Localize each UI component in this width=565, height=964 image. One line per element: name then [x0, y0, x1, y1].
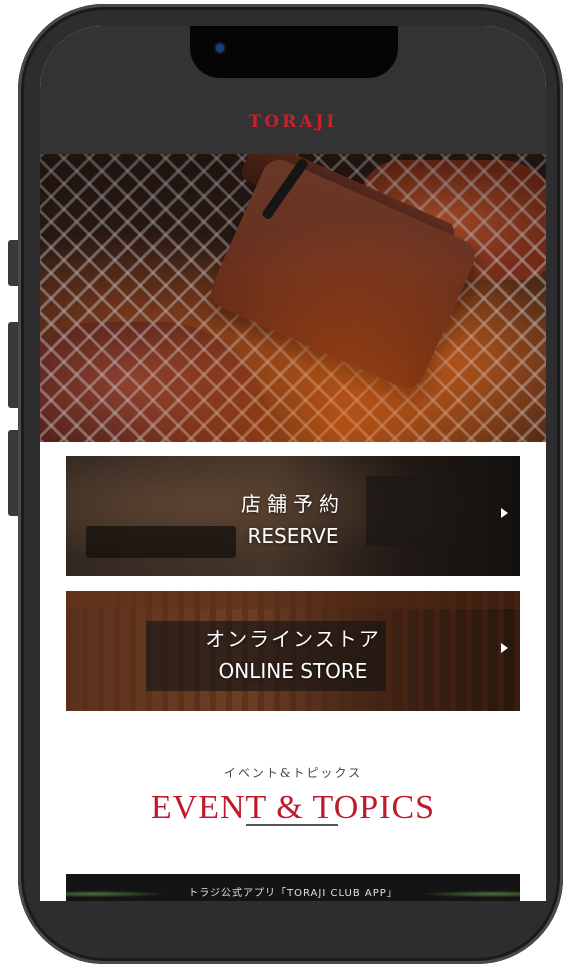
topics-underline — [246, 824, 338, 826]
volume-up-button — [8, 322, 18, 408]
arrow-right-icon — [501, 508, 508, 518]
reserve-title-en: RESERVE — [247, 524, 339, 548]
volume-down-button — [8, 430, 18, 516]
reserve-banner[interactable]: 店舗予約 RESERVE — [66, 456, 520, 576]
online-store-title-jp: オンラインストア — [205, 627, 381, 651]
hero-image — [40, 154, 546, 442]
online-store-title-en: ONLINE STORE — [218, 659, 368, 683]
fire-glow — [40, 154, 546, 442]
site-header: TORAJI — [40, 26, 546, 154]
topic-card-title: トラジ公式アプリ「TORAJI CLUB APP」 — [188, 888, 398, 899]
topics-title: EVENT & TOPICS — [150, 789, 436, 826]
mute-switch — [8, 240, 18, 286]
front-camera-icon — [216, 44, 224, 52]
topics-subtitle: イベント&トピックス — [223, 766, 363, 780]
site-logo[interactable]: TORAJI — [40, 112, 546, 132]
topic-card[interactable]: トラジ公式アプリ「TORAJI CLUB APP」 — [66, 874, 520, 901]
reserve-title-jp: 店舗予約 — [241, 492, 345, 516]
online-store-banner[interactable]: オンラインストア ONLINE STORE — [66, 591, 520, 711]
arrow-right-icon — [501, 643, 508, 653]
notch — [190, 26, 398, 78]
phone-screen: TORAJI 店舗予約 RESERVE オンラインストア ONLINE STOR… — [40, 26, 546, 901]
